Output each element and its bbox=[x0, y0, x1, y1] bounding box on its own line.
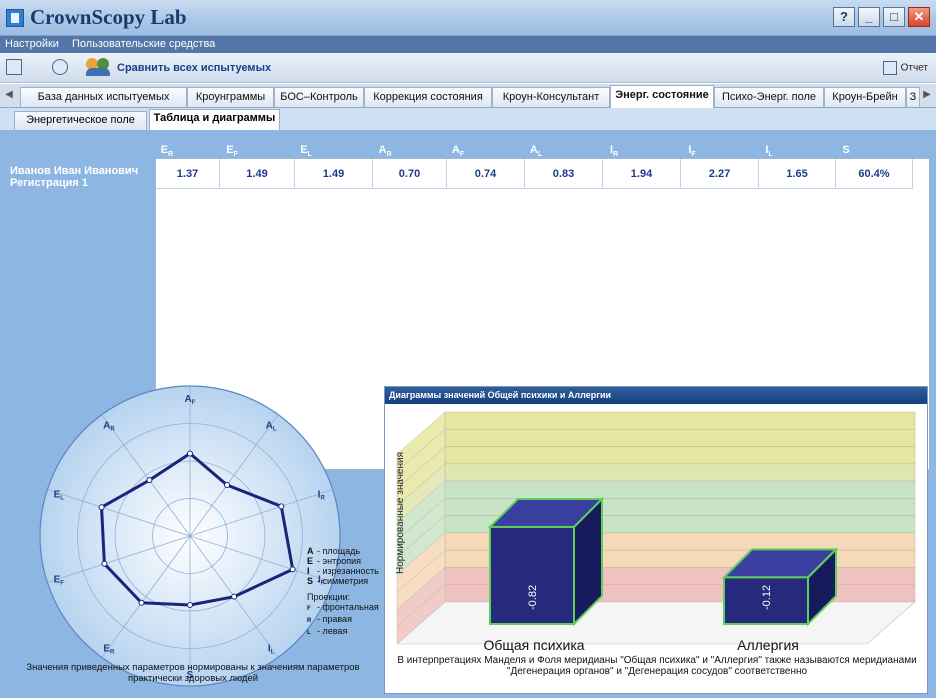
projection-item: F- фронтальная bbox=[307, 602, 379, 612]
compare-all-button[interactable]: Сравнить всех испытуемых bbox=[117, 62, 271, 74]
radar-data-point bbox=[101, 560, 108, 567]
radar-legend: A- площадь E - энтропия I - изрезанность S - с… bbox=[307, 546, 379, 638]
info-icon[interactable] bbox=[52, 59, 68, 75]
tab-bos-control[interactable]: БОС–Контроль bbox=[274, 87, 364, 107]
category-label: Аллергия bbox=[737, 637, 799, 653]
column-header: IF bbox=[688, 144, 696, 159]
subject-name: Иванов Иван Иванович Регистрация 1 bbox=[10, 165, 139, 189]
subtab-energy-field[interactable]: Энергетическое поле bbox=[14, 111, 147, 130]
menu-settings[interactable]: Настройки bbox=[0, 36, 64, 52]
column-header: IR bbox=[609, 144, 619, 159]
legend-item: I- изрезанность bbox=[307, 566, 379, 576]
tab-crown-consultant[interactable]: Кроун-Консультант bbox=[492, 87, 610, 107]
y-axis-label: Нормированные значения bbox=[395, 452, 406, 574]
app-icon bbox=[6, 9, 24, 27]
radar-data-point bbox=[146, 477, 153, 484]
chart-band bbox=[444, 446, 916, 465]
bar-chart: Нормированные значения -0.82 Общая психика… bbox=[395, 411, 916, 653]
column-header: AR bbox=[378, 144, 392, 159]
report-icon bbox=[882, 61, 897, 75]
table-cell: 1.94 bbox=[603, 159, 681, 189]
chart-floor bbox=[396, 601, 916, 645]
radar-chart: AFALIRIFILSEREFELAR bbox=[39, 385, 341, 687]
column-header: IL bbox=[765, 144, 773, 159]
users-icon[interactable] bbox=[86, 58, 112, 76]
radar-footnote: Значения приведенных параметров нормиров… bbox=[26, 662, 360, 684]
projections-title: Проекции: bbox=[307, 592, 351, 602]
table-cell: 1.65 bbox=[759, 159, 836, 189]
menu-user-tools[interactable]: Пользовательские средства bbox=[67, 36, 220, 52]
content-area: Энергетическое поле Таблица и диаграммы … bbox=[0, 108, 936, 698]
tab-scroll-left-icon[interactable]: ◀ bbox=[2, 86, 16, 104]
tab-database[interactable]: База данных испытуемых bbox=[20, 87, 187, 107]
column-header: EF bbox=[226, 144, 238, 159]
radar-data-point bbox=[231, 593, 238, 600]
radar-data-point bbox=[224, 482, 231, 489]
table-cell: 2.27 bbox=[681, 159, 759, 189]
maximize-button[interactable]: □ bbox=[883, 7, 905, 27]
app-title: CrownScopy Lab bbox=[30, 5, 187, 29]
table-cell: 1.49 bbox=[295, 159, 373, 189]
sub-tabs: Энергетическое поле Таблица и диаграммы bbox=[0, 108, 936, 130]
column-header: EL bbox=[300, 144, 312, 159]
table-cell: 0.74 bbox=[447, 159, 525, 189]
bar-chart-panel: Диаграммы значений Общей психики и Аллер… bbox=[384, 386, 928, 694]
minimize-button[interactable]: _ bbox=[858, 7, 880, 27]
tab-scroll-right-icon[interactable]: ▶ bbox=[920, 86, 934, 104]
legend-item: E- энтропия bbox=[307, 556, 361, 566]
help-button[interactable]: ? bbox=[833, 7, 855, 27]
column-header: AF bbox=[451, 144, 465, 159]
tab-energy-state[interactable]: Энерг. состояние bbox=[610, 85, 714, 108]
subtab-table-charts[interactable]: Таблица и диаграммы bbox=[149, 109, 280, 130]
column-header: ER bbox=[160, 144, 174, 159]
tab-crown-brain[interactable]: Кроун-Брейн bbox=[824, 87, 906, 107]
radar-data-point bbox=[187, 450, 193, 457]
save-icon[interactable] bbox=[6, 59, 22, 75]
window-controls: ? _ □ ✕ bbox=[833, 7, 930, 27]
tab-crowngrams[interactable]: Кроунграммы bbox=[187, 87, 274, 107]
report-button[interactable]: Отчет bbox=[882, 61, 928, 75]
chart-band bbox=[444, 463, 916, 482]
radar-data-point bbox=[187, 602, 193, 608]
chart-title: Диаграммы значений Общей психики и Аллер… bbox=[385, 387, 927, 404]
column-header: S bbox=[842, 144, 850, 156]
column-header: AL bbox=[529, 144, 543, 159]
chart-band bbox=[444, 411, 916, 430]
legend-item: S- симметрия bbox=[307, 576, 369, 586]
title-bar: CrownScopy Lab ? _ □ ✕ bbox=[0, 0, 936, 36]
table-cell: 1.49 bbox=[220, 159, 295, 189]
bar-value-label: -0.12 bbox=[761, 585, 773, 610]
table-cell: 60.4% bbox=[836, 159, 913, 189]
category-label: Общая психика bbox=[483, 637, 584, 653]
main-tabs: ◀ База данных испытуемых Кроунграммы БОС… bbox=[0, 84, 936, 108]
tab-more[interactable]: З bbox=[906, 87, 920, 107]
tab-psycho-energy-field[interactable]: Психо-Энерг. поле bbox=[714, 87, 824, 107]
projection-item: L- левая bbox=[307, 626, 348, 636]
radar-data-point bbox=[98, 504, 105, 511]
radar-data-point bbox=[278, 503, 285, 510]
table-cell: 0.70 bbox=[373, 159, 447, 189]
legend-item: A- площадь bbox=[307, 546, 361, 556]
close-button[interactable]: ✕ bbox=[908, 7, 930, 27]
table-cell: 1.37 bbox=[156, 159, 220, 189]
report-label: Отчет bbox=[900, 62, 928, 74]
toolbar: Сравнить всех испытуемых Отчет bbox=[0, 53, 936, 83]
projection-item: R- правая bbox=[307, 614, 352, 624]
menu-bar: Настройки Пользовательские средства bbox=[0, 36, 936, 53]
bar-value-label: -0.82 bbox=[527, 585, 539, 610]
chart-band bbox=[444, 429, 916, 447]
tab-state-correction[interactable]: Коррекция состояния bbox=[364, 87, 492, 107]
chart-band bbox=[444, 480, 916, 499]
radar-data-point bbox=[138, 599, 145, 606]
table-cell: 0.83 bbox=[525, 159, 603, 189]
chart-note: В интерпретациях Манделя и Фоля меридиан… bbox=[397, 655, 917, 677]
radar-data-point bbox=[289, 566, 296, 573]
